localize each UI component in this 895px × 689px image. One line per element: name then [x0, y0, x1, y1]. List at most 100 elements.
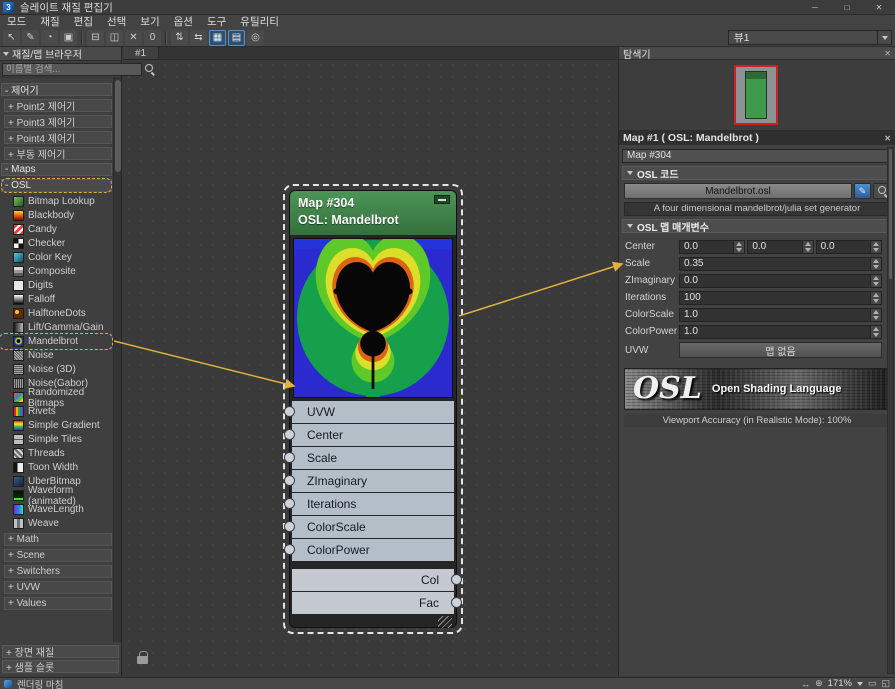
minimize-button[interactable]: ─ — [799, 0, 831, 14]
browser-row[interactable]: + Point4 제어기 — [4, 131, 112, 145]
lock-icon[interactable] — [137, 651, 148, 664]
show-end-result-button[interactable]: ⊟ — [87, 29, 104, 46]
param-spinner[interactable]: 0.0 — [679, 273, 882, 288]
menu-utilities[interactable]: 유틸리티 — [233, 15, 286, 29]
open-shader-editor-button[interactable]: ✎ — [854, 183, 871, 199]
node-input-slot[interactable]: ColorPower — [284, 539, 454, 561]
view-selector[interactable]: 뷰1 — [728, 30, 892, 45]
show-background-button[interactable]: 0 — [144, 29, 161, 46]
center-x-spinner[interactable]: 0.0 — [679, 239, 746, 254]
browser-row[interactable]: Simple Gradient — [0, 419, 112, 432]
browser-row[interactable]: Bitmap Lookup — [0, 195, 112, 208]
assign-material-to-selection-button[interactable]: ▣ — [60, 29, 77, 46]
node-input-slot[interactable]: Iterations — [284, 493, 454, 515]
navigator-header[interactable]: 탐색기 ✕ — [619, 47, 895, 61]
search-input[interactable] — [2, 62, 142, 76]
input-socket[interactable] — [284, 452, 295, 463]
layout-all-vertical-button[interactable]: ▦ — [209, 29, 226, 46]
menu-tools[interactable]: 도구 — [200, 15, 233, 29]
zoom-level[interactable]: 171% — [828, 678, 852, 689]
center-y-spinner[interactable]: 0.0 — [747, 239, 814, 254]
node-input-slot[interactable]: ZImaginary — [284, 470, 454, 492]
menu-mode[interactable]: 모드 — [0, 15, 33, 29]
shader-file-button[interactable]: Mandelbrot.osl — [624, 183, 852, 199]
browser-row[interactable]: + Math — [4, 533, 112, 546]
browser-row[interactable]: Color Key — [0, 251, 112, 264]
menu-options[interactable]: 옵션 — [167, 15, 200, 29]
spinner-arrows[interactable] — [870, 274, 881, 287]
browser-scrollbar[interactable] — [113, 78, 121, 642]
output-socket[interactable] — [451, 597, 462, 608]
select-tool-button[interactable]: ↖ — [3, 29, 20, 46]
input-socket[interactable] — [284, 429, 295, 440]
sample-slots-group[interactable]: + 샘플 슬롯 — [2, 660, 119, 674]
input-socket[interactable] — [284, 498, 295, 509]
browser-row[interactable]: - 제어기 — [1, 83, 112, 97]
param-spinner[interactable]: 0.35 — [679, 256, 882, 271]
browser-row[interactable]: - OSL — [1, 178, 112, 193]
spinner-arrows[interactable] — [870, 325, 881, 338]
param-spinner[interactable]: 1.0 — [679, 307, 882, 322]
browser-row[interactable]: Rivets — [0, 405, 112, 418]
node-input-slot[interactable]: Center — [284, 424, 454, 446]
center-z-spinner[interactable]: 0.0 — [815, 239, 882, 254]
browser-row[interactable]: Falloff — [0, 293, 112, 306]
browser-row[interactable]: Waveform (animated) — [0, 485, 112, 507]
node-resize-grip[interactable] — [438, 616, 452, 628]
pick-material-button[interactable]: ✎ — [22, 29, 39, 46]
browser-row[interactable]: - Maps — [1, 163, 112, 176]
browser-header[interactable]: 재질/맵 브라우저 — [0, 47, 121, 61]
pan-icon[interactable]: ↔ — [801, 679, 810, 689]
move-children-button[interactable]: ⇅ — [171, 29, 188, 46]
spinner-arrows[interactable] — [870, 291, 881, 304]
node-input-slot[interactable]: ColorScale — [284, 516, 454, 538]
chevron-down-icon[interactable] — [877, 31, 891, 44]
navigator-close-icon[interactable]: ✕ — [884, 49, 891, 58]
input-socket[interactable] — [284, 521, 295, 532]
browser-row[interactable]: Noise — [0, 349, 112, 362]
browser-menu-icon[interactable] — [3, 51, 9, 56]
browser-row[interactable]: Simple Tiles — [0, 433, 112, 446]
spinner-arrows[interactable] — [869, 240, 881, 253]
browser-row[interactable]: + Values — [4, 597, 112, 610]
browser-row[interactable]: Mandelbrot — [0, 333, 113, 350]
menu-edit[interactable]: 편집 — [67, 15, 100, 29]
delete-selected-button[interactable]: ✕ — [125, 29, 142, 46]
fit-view-icon[interactable]: ◱ — [881, 678, 890, 689]
close-button[interactable]: ✕ — [863, 0, 895, 14]
zoom-region-icon[interactable]: ▭ — [868, 678, 877, 689]
browser-row[interactable]: Lift/Gamma/Gain — [0, 321, 112, 334]
menu-view[interactable]: 보기 — [133, 15, 166, 29]
browser-row[interactable]: Checker — [0, 237, 112, 250]
search-icon[interactable] — [145, 64, 155, 74]
browser-row[interactable]: Toon Width — [0, 461, 112, 474]
mandelbrot-map-node[interactable]: Map #304 OSL: Mandelbrot UVW Center Scal… — [284, 190, 462, 628]
navigator-view-bounds[interactable] — [734, 65, 778, 125]
put-to-library-button[interactable]: ◔ — [41, 29, 58, 46]
parameter-scrollbar-thumb[interactable] — [889, 149, 892, 279]
param-spinner[interactable]: 1.0 — [679, 324, 882, 339]
map-name-field[interactable]: Map #304 — [622, 149, 892, 163]
menu-material[interactable]: 재질 — [33, 15, 66, 29]
navigator-view[interactable] — [619, 60, 895, 131]
browser-row[interactable]: + 부동 제어기 — [4, 147, 112, 161]
node-input-slot[interactable]: Scale — [284, 447, 454, 469]
browser-row[interactable]: + Point3 제어기 — [4, 115, 112, 129]
layout-children-button[interactable]: ▤ — [228, 29, 245, 46]
node-output-slot[interactable]: Col — [292, 569, 462, 591]
parameter-editor-close-icon[interactable]: ✕ — [884, 134, 891, 143]
show-shaded-material-button[interactable]: ◫ — [106, 29, 123, 46]
node-output-slot[interactable]: Fac — [292, 592, 462, 614]
view-tab-1[interactable]: #1 — [123, 47, 160, 59]
osl-params-rollout[interactable]: OSL 맵 매개변수 — [622, 219, 892, 234]
browser-scrollbar-thumb[interactable] — [115, 80, 121, 172]
node-collapse-button[interactable] — [434, 195, 450, 204]
browser-row[interactable]: Composite — [0, 265, 112, 278]
zoom-chevron-icon[interactable] — [856, 681, 863, 686]
spinner-arrows[interactable] — [801, 240, 813, 253]
output-socket[interactable] — [451, 574, 462, 585]
browser-row[interactable]: Blackbody — [0, 209, 112, 222]
browser-row[interactable]: Threads — [0, 447, 112, 460]
material-preview-button[interactable]: ◎ — [247, 29, 264, 46]
spinner-arrows[interactable] — [870, 308, 881, 321]
